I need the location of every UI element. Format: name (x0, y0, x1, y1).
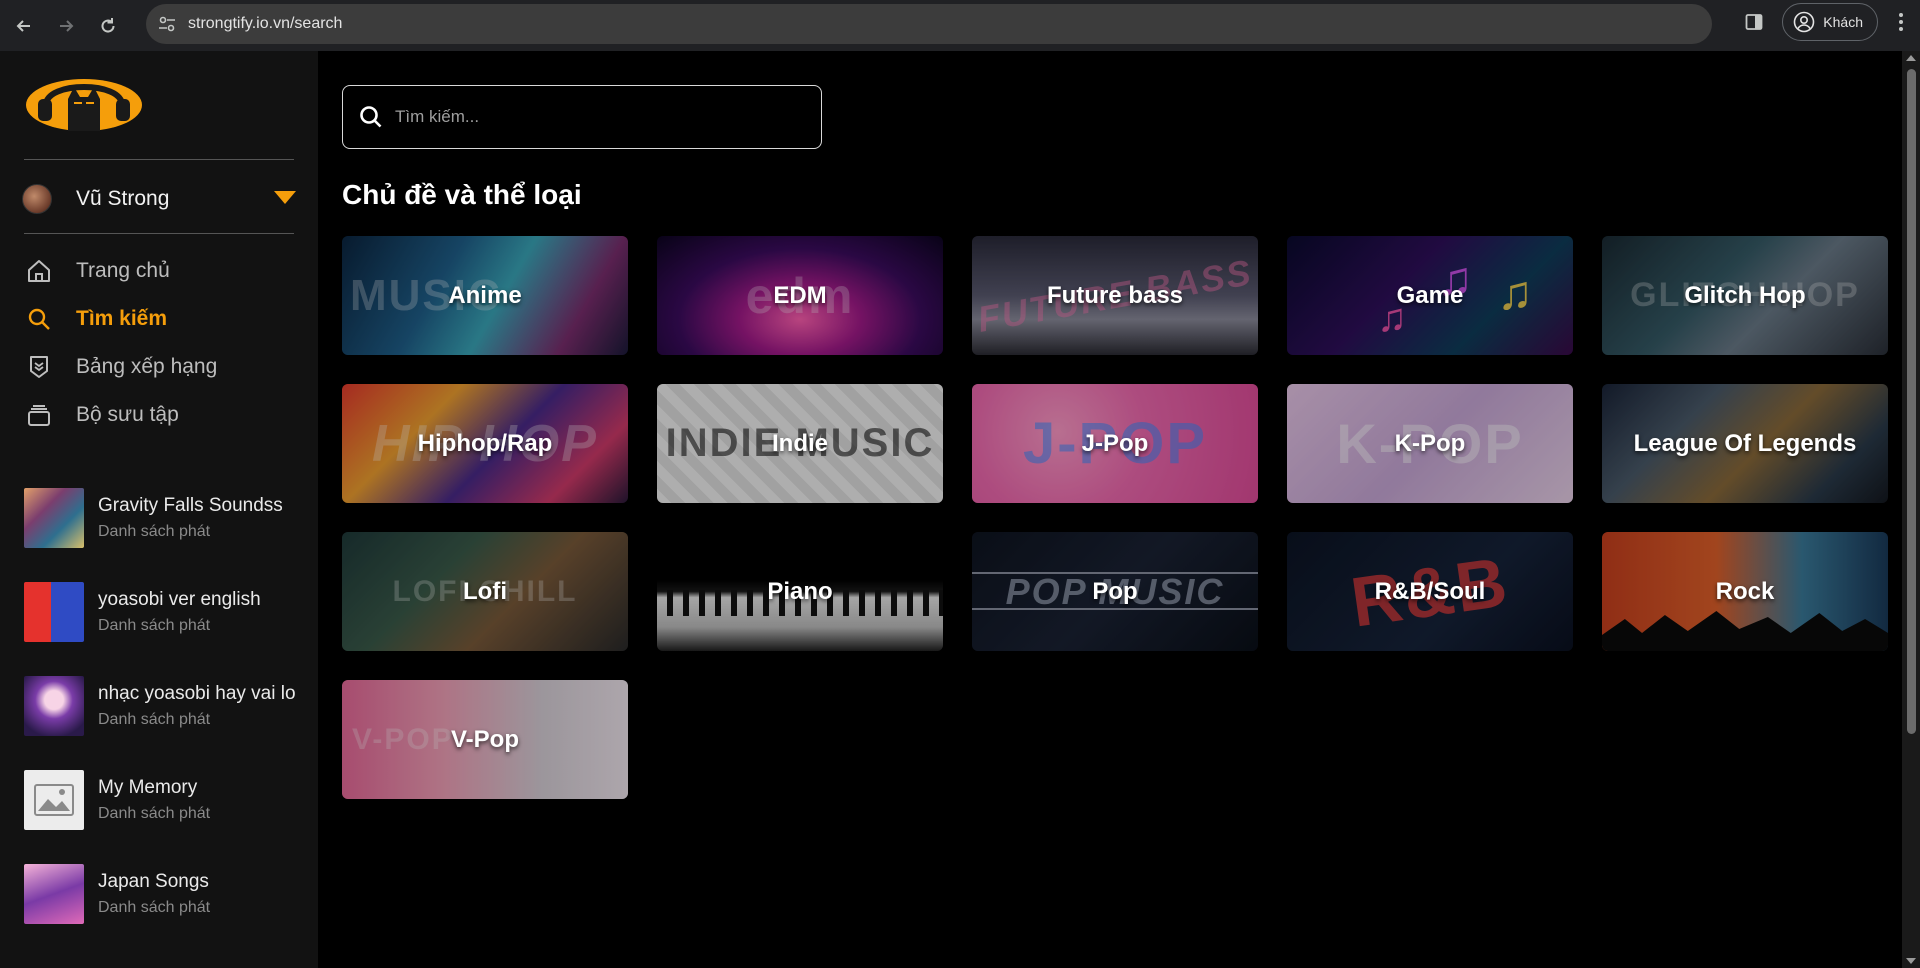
home-icon (24, 256, 54, 286)
genre-grid: MUSIC Anime edm EDM FUTURE BASS Future b… (342, 236, 1892, 799)
genre-card-lofi[interactable]: LOFI CHILL Lofi (342, 532, 628, 651)
sidebar: Vũ Strong Trang chủ Tìm kiếm Bảng xếp hạ… (0, 51, 318, 968)
genre-card-edm[interactable]: edm EDM (657, 236, 943, 355)
app-logo[interactable] (24, 69, 144, 139)
genre-card-label: EDM (773, 281, 827, 309)
playlist-thumbnail (24, 864, 84, 924)
nav-item-collection[interactable]: Bộ sưu tập (24, 391, 294, 439)
playlist-title: Gravity Falls Soundss (98, 495, 283, 516)
nav-item-label: Trang chủ (76, 259, 170, 282)
genre-card-label: Future bass (1046, 281, 1184, 309)
playlist-thumbnail (24, 676, 84, 736)
search-icon (24, 304, 54, 334)
genre-card-label: K-Pop (1394, 429, 1466, 457)
address-bar[interactable]: strongtify.io.vn/search (146, 4, 1712, 44)
user-name: Vũ Strong (76, 187, 170, 210)
nav-item-label: Tìm kiếm (76, 307, 168, 330)
genre-card-label: Glitch Hop (1684, 281, 1806, 309)
genre-card-game[interactable]: ♫ ♫ ♫ Game (1287, 236, 1573, 355)
reload-icon[interactable] (90, 8, 126, 44)
profile-label: Khách (1823, 14, 1863, 30)
genre-card-label: Indie (771, 429, 828, 457)
profile-button[interactable]: Khách (1782, 3, 1878, 41)
browser-toolbar: strongtify.io.vn/search Khách (0, 0, 1920, 51)
list-item[interactable]: yoasobi ver english Danh sách phát (24, 565, 314, 659)
sidebar-divider (24, 233, 294, 234)
genre-card-future-bass[interactable]: FUTURE BASS Future bass (972, 236, 1258, 355)
genre-card-label: Piano (767, 577, 833, 605)
nav-item-home[interactable]: Trang chủ (24, 247, 294, 295)
list-item[interactable]: Gravity Falls Soundss Danh sách phát (24, 471, 314, 565)
genre-card-label: Pop (1092, 577, 1138, 605)
page-scrollbar[interactable] (1902, 51, 1920, 968)
browser-menu-icon[interactable] (1886, 6, 1916, 38)
genre-card-label: Anime (448, 281, 522, 309)
search-input[interactable] (395, 107, 795, 127)
scrollbar-thumb[interactable] (1907, 69, 1916, 734)
forward-icon[interactable] (48, 8, 84, 44)
genre-card-indie[interactable]: INDIE MUSIC Indie (657, 384, 943, 503)
main-content: Chủ đề và thể loại MUSIC Anime edm EDM F… (318, 51, 1902, 968)
genre-card-label: Lofi (463, 577, 507, 605)
no-image-placeholder-icon (24, 770, 84, 830)
search-icon (360, 106, 382, 128)
ranking-icon (24, 352, 54, 382)
scroll-up-icon[interactable] (1906, 55, 1916, 61)
genre-card-rock[interactable]: Rock (1602, 532, 1888, 651)
genre-card-j-pop[interactable]: J-POP J-Pop (972, 384, 1258, 503)
genre-card-league-of-legends[interactable]: League Of Legends (1602, 384, 1888, 503)
side-panel-icon[interactable] (1738, 6, 1770, 38)
avatar (22, 184, 52, 214)
genre-card-label: Rock (1715, 577, 1775, 605)
playlist-subtitle: Danh sách phát (98, 805, 211, 822)
playlist-subtitle: Danh sách phát (98, 711, 211, 728)
playlist-subtitle: Danh sách phát (98, 523, 211, 540)
playlist-subtitle: Danh sách phát (98, 617, 211, 634)
genre-card-pop[interactable]: POP MUSIC Pop (972, 532, 1258, 651)
nav-item-label: Bảng xếp hạng (76, 355, 218, 378)
playlist-list: Gravity Falls Soundss Danh sách phát yoa… (24, 471, 314, 941)
list-item[interactable]: Japan Songs Danh sách phát (24, 847, 314, 941)
url-text[interactable]: strongtify.io.vn/search (188, 15, 342, 33)
nav-item-label: Bộ sưu tập (76, 403, 179, 426)
scroll-down-icon[interactable] (1906, 958, 1916, 964)
genre-card-label: Hiphop/Rap (417, 429, 553, 457)
playlist-thumbnail (24, 488, 84, 548)
profile-icon (1793, 11, 1815, 33)
list-item[interactable]: My Memory Danh sách phát (24, 753, 314, 847)
nav-item-search[interactable]: Tìm kiếm (24, 295, 294, 343)
genre-card-hiphop-rap[interactable]: HIP HOP Hiphop/Rap (342, 384, 628, 503)
genre-card-v-pop[interactable]: V-POP V-Pop (342, 680, 628, 799)
playlist-title: nhạc yoasobi hay vai lo (98, 683, 296, 704)
genre-card-label: Game (1396, 281, 1464, 309)
genre-card-k-pop[interactable]: K-POP K-Pop (1287, 384, 1573, 503)
back-icon[interactable] (6, 8, 42, 44)
list-item[interactable]: nhạc yoasobi hay vai lo Danh sách phát (24, 659, 314, 753)
playlist-thumbnail (24, 582, 84, 642)
genre-card-label: J-Pop (1081, 429, 1149, 457)
playlist-subtitle: Danh sách phát (98, 899, 211, 916)
playlist-title: yoasobi ver english (98, 589, 261, 610)
playlist-title: Japan Songs (98, 871, 209, 892)
collection-icon (24, 400, 54, 430)
section-title: Chủ đề và thể loại (342, 179, 582, 210)
main-nav: Trang chủ Tìm kiếm Bảng xếp hạng Bộ sưu … (24, 247, 294, 439)
genre-card-label: League Of Legends (1633, 429, 1857, 457)
user-menu[interactable]: Vũ Strong (22, 179, 296, 219)
sidebar-divider (24, 159, 294, 160)
search-box[interactable] (342, 85, 822, 149)
genre-card-piano[interactable]: Piano (657, 532, 943, 651)
genre-card-glitch-hop[interactable]: GLITCH HOP Glitch Hop (1602, 236, 1888, 355)
site-settings-icon[interactable] (156, 13, 178, 35)
playlist-title: My Memory (98, 777, 198, 798)
genre-card-rnb-soul[interactable]: R&B R&B/Soul (1287, 532, 1573, 651)
genre-card-label: R&B/Soul (1374, 577, 1486, 605)
caret-down-icon[interactable] (274, 191, 296, 204)
genre-card-label: V-Pop (450, 725, 519, 753)
nav-item-ranking[interactable]: Bảng xếp hạng (24, 343, 294, 391)
genre-card-anime[interactable]: MUSIC Anime (342, 236, 628, 355)
